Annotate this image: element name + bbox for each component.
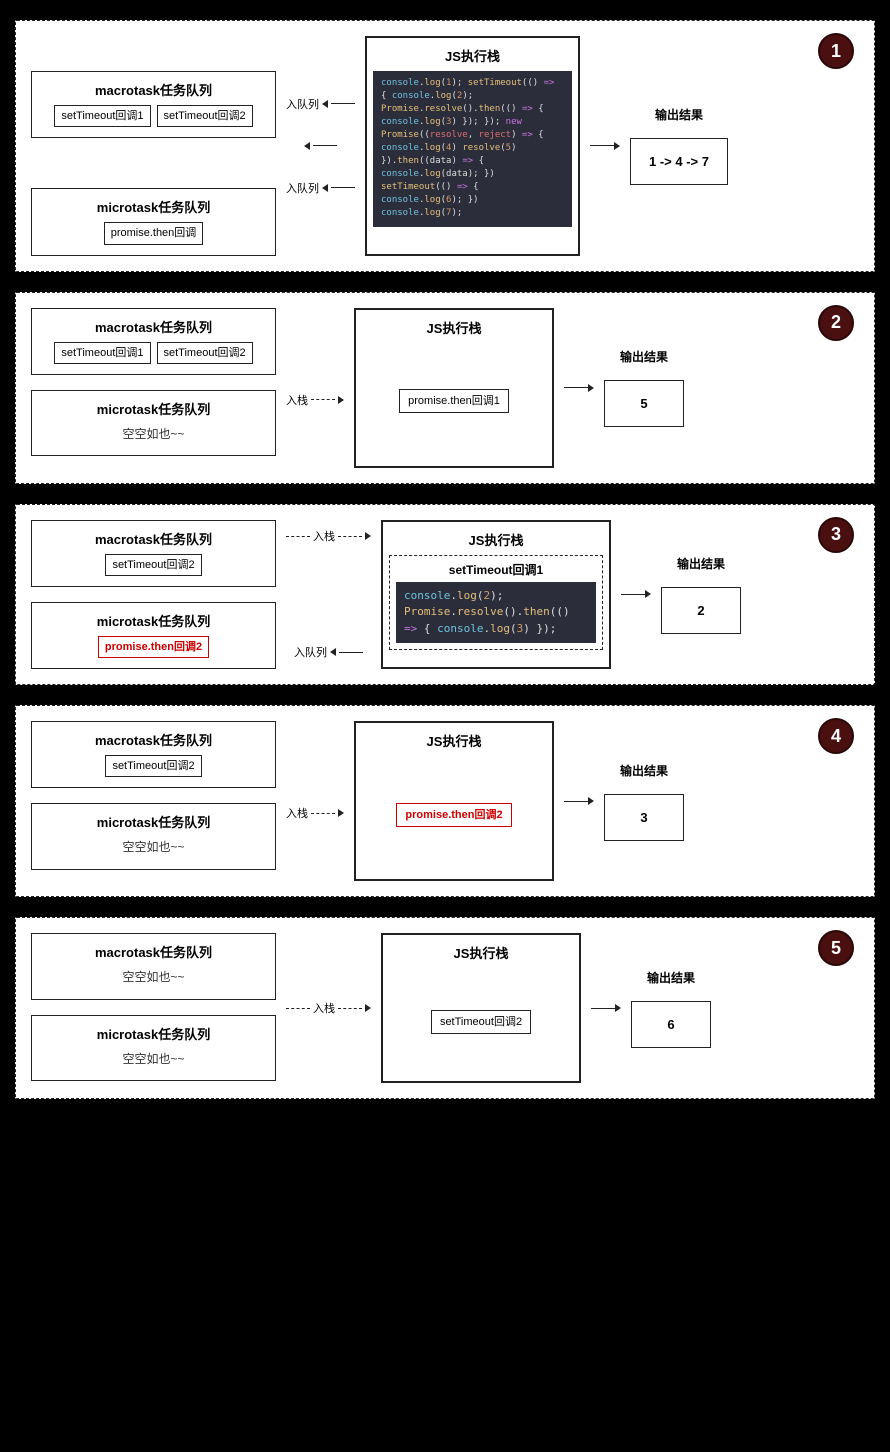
stack-title: JS执行栈 [427,731,482,750]
output-arrow [590,36,620,256]
output-label: 输出结果 [677,555,725,572]
macrotask-queue: macrotask任务队列 空空如也~~ [31,933,276,1000]
output-label: 输出结果 [620,348,668,365]
enstack-label: 入栈 [313,1000,335,1016]
js-stack: JS执行栈 promise.then回调1 [354,308,554,468]
enstack-label: 入栈 [313,528,335,544]
stack-item: setTimeout回调2 [431,1010,531,1034]
stack-title: JS执行栈 [454,943,509,962]
macrotask-queue: macrotask任务队列 setTimeout回调1 setTimeout回调… [31,71,276,138]
output-label: 输出结果 [620,762,668,779]
macrotask-title: macrotask任务队列 [42,529,265,548]
step-panel-4: 4 macrotask任务队列 setTimeout回调2 microtask任… [15,705,875,897]
step-panel-1: 1 macrotask任务队列 setTimeout回调1 setTimeout… [15,20,875,272]
microtask-title: microtask任务队列 [42,611,265,630]
output-arrow [564,308,594,468]
queue-item: setTimeout回调2 [157,105,253,127]
queues-col: macrotask任务队列 setTimeout回调1 setTimeout回调… [31,36,276,256]
step-panel-2: 2 macrotask任务队列 setTimeout回调1 setTimeout… [15,292,875,484]
stack-item: promise.then回调2 [396,803,511,827]
stack-title: JS执行栈 [469,530,524,549]
macrotask-queue: macrotask任务队列 setTimeout回调2 [31,520,276,587]
js-stack: JS执行栈 setTimeout回调2 [381,933,581,1083]
enqueue-label: 入队列 [286,96,319,112]
macrotask-title: macrotask任务队列 [42,80,265,99]
output-arrow [591,933,621,1083]
microtask-queue: microtask任务队列 空空如也~~ [31,390,276,457]
output-box: 2 [661,587,741,634]
step-badge: 1 [818,33,854,69]
queue-item: promise.then回调 [104,222,204,244]
empty-label: 空空如也~~ [116,424,190,446]
enstack-arrow: 入栈 [286,933,371,1083]
js-stack: JS执行栈 setTimeout回调1 console.log(2); Prom… [381,520,611,670]
microtask-queue: microtask任务队列 空空如也~~ [31,1015,276,1082]
queue-item: promise.then回调2 [98,636,209,658]
enstack-label: 入栈 [286,392,308,408]
enstack-arrow: 入栈 [286,308,344,468]
output-box: 6 [631,1001,711,1048]
code-block: console.log(1); setTimeout(() => { conso… [373,71,572,227]
frame-title: setTimeout回调1 [396,561,596,578]
macrotask-queue: macrotask任务队列 setTimeout回调2 [31,721,276,788]
macrotask-title: macrotask任务队列 [42,730,265,749]
output-arrow [564,721,594,881]
step-badge: 2 [818,305,854,341]
js-stack: JS执行栈 promise.then回调2 [354,721,554,881]
output-box: 1 -> 4 -> 7 [630,138,728,185]
queue-item: setTimeout回调1 [54,342,150,364]
code-block: console.log(2); Promise.resolve().then((… [396,582,596,644]
output-label: 输出结果 [655,106,703,123]
microtask-title: microtask任务队列 [42,1024,265,1043]
microtask-title: microtask任务队列 [42,399,265,418]
microtask-title: microtask任务队列 [42,812,265,831]
output-box: 3 [604,794,684,841]
enstack-label: 入栈 [286,805,308,821]
enqueue-arrows: 入队列 入队列 [286,36,355,256]
step-badge: 4 [818,718,854,754]
enqueue-label: 入队列 [294,644,327,660]
empty-label: 空空如也~~ [116,837,190,859]
queue-item: setTimeout回调2 [157,342,253,364]
enstack-arrow: 入栈 [286,721,344,881]
macrotask-title: macrotask任务队列 [42,942,265,961]
stack-frame: setTimeout回调1 console.log(2); Promise.re… [389,555,603,651]
microtask-queue: microtask任务队列 空空如也~~ [31,803,276,870]
microtask-queue: microtask任务队列 promise.then回调2 [31,602,276,669]
empty-label: 空空如也~~ [116,1049,190,1071]
empty-label: 空空如也~~ [116,967,190,989]
stack-title: JS执行栈 [427,318,482,337]
queue-item: setTimeout回调2 [105,755,201,777]
queue-item: setTimeout回调1 [54,105,150,127]
microtask-title: microtask任务队列 [42,197,265,216]
output-arrow [621,520,651,670]
stack-title: JS执行栈 [445,46,500,65]
enqueue-label: 入队列 [286,180,319,196]
macrotask-queue: macrotask任务队列 setTimeout回调1 setTimeout回调… [31,308,276,375]
step-badge: 5 [818,930,854,966]
step-panel-3: 3 macrotask任务队列 setTimeout回调2 microtask任… [15,504,875,686]
macrotask-title: macrotask任务队列 [42,317,265,336]
js-stack: JS执行栈 console.log(1); setTimeout(() => {… [365,36,580,256]
step-badge: 3 [818,517,854,553]
stack-item: promise.then回调1 [399,389,509,413]
arrows-col: 入栈 入队列 [286,520,371,670]
microtask-queue: microtask任务队列 promise.then回调 [31,188,276,255]
step-panel-5: 5 macrotask任务队列 空空如也~~ microtask任务队列 空空如… [15,917,875,1099]
queue-item: setTimeout回调2 [105,554,201,576]
output-label: 输出结果 [647,969,695,986]
output-box: 5 [604,380,684,427]
